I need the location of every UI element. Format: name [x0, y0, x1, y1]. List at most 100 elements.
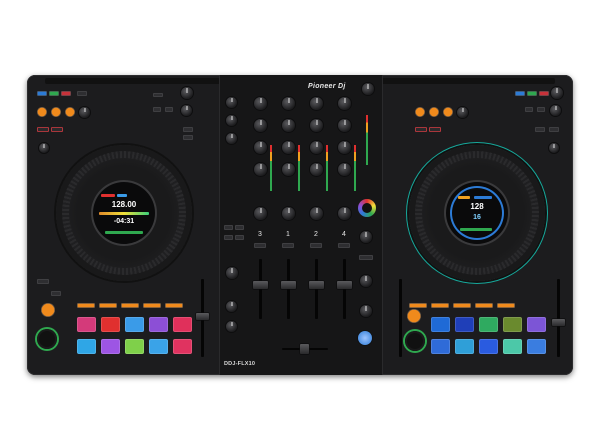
left-cue-button[interactable] — [41, 303, 55, 317]
sampler-volume-knob[interactable] — [226, 267, 238, 279]
left-deck-select-button[interactable] — [37, 279, 49, 284]
left-fx2-button[interactable] — [51, 107, 61, 117]
booth-level-knob[interactable] — [360, 305, 372, 317]
right-pad-5[interactable] — [431, 317, 450, 332]
ch3-low-knob[interactable] — [254, 163, 267, 176]
headphones-level-knob[interactable] — [226, 301, 237, 312]
right-fx3-button[interactable] — [443, 107, 453, 117]
ch3-color-fx-knob[interactable] — [254, 207, 267, 220]
left-mode-keyboard[interactable] — [165, 303, 183, 308]
mic-hi-knob[interactable] — [226, 115, 237, 126]
left-sync-mode-button[interactable] — [37, 127, 49, 132]
sampler-button-a[interactable] — [224, 225, 233, 230]
left-slip-button[interactable] — [183, 127, 193, 132]
ch2-trim-knob[interactable] — [310, 97, 323, 110]
sampler-button-d[interactable] — [235, 235, 244, 240]
right-pad-4[interactable] — [527, 317, 546, 332]
right-beat-fx-button[interactable] — [515, 91, 525, 96]
right-pad-10[interactable] — [527, 339, 546, 354]
mic-low-knob[interactable] — [226, 133, 237, 144]
left-play-pause-button[interactable] — [37, 329, 57, 349]
left-tempo-range-knob[interactable] — [39, 143, 49, 153]
left-master-button[interactable] — [51, 127, 63, 132]
right-tempo-range-knob[interactable] — [549, 143, 559, 153]
right-pad-7[interactable] — [455, 339, 474, 354]
right-pad-8[interactable] — [479, 339, 498, 354]
crossfader[interactable] — [300, 344, 309, 354]
beat-fx-channel-select[interactable] — [359, 255, 373, 260]
right-play-pause-button[interactable] — [405, 331, 425, 351]
left-fx-on-button[interactable] — [153, 93, 163, 97]
left-jog-wheel[interactable]: 128.00 -04:31 — [56, 145, 192, 281]
right-mode-sampler[interactable] — [475, 303, 493, 308]
ch2-hi-knob[interactable] — [310, 119, 323, 132]
ch3-cue-button[interactable] — [254, 243, 266, 248]
master-level-knob[interactable] — [362, 83, 374, 95]
ch1-cue-button[interactable] — [282, 243, 294, 248]
left-pad-fx-b[interactable] — [165, 107, 173, 112]
left-pad-2[interactable] — [101, 317, 120, 332]
left-fx3-button[interactable] — [65, 107, 75, 117]
left-load-button[interactable] — [49, 91, 59, 96]
left-pad-3[interactable] — [125, 317, 144, 332]
left-pad-4[interactable] — [149, 317, 168, 332]
ch2-color-fx-knob[interactable] — [310, 207, 323, 220]
ch4-cue-button[interactable] — [338, 243, 350, 248]
left-vinyl-button[interactable] — [183, 135, 193, 140]
right-load-button[interactable] — [527, 91, 537, 96]
right-sampler-button[interactable] — [539, 91, 549, 96]
left-beat-fx-button[interactable] — [37, 91, 47, 96]
ch4-channel-fader[interactable] — [337, 281, 352, 289]
ch3-channel-fader[interactable] — [253, 281, 268, 289]
ch4-trim-knob[interactable] — [338, 97, 351, 110]
left-beat-fx-level-knob[interactable] — [181, 87, 193, 99]
right-pad-fx-a[interactable] — [525, 107, 533, 112]
right-pad-6[interactable] — [431, 339, 450, 354]
left-mode-hotcue[interactable] — [77, 303, 95, 308]
headphones-mix-knob[interactable] — [226, 321, 237, 332]
right-mode-padfx[interactable] — [431, 303, 449, 308]
right-pad-9[interactable] — [503, 339, 522, 354]
ch3-mid-knob[interactable] — [254, 141, 267, 154]
ch1-color-fx-knob[interactable] — [282, 207, 295, 220]
left-fx-knob[interactable] — [79, 107, 90, 118]
ch4-color-fx-knob[interactable] — [338, 207, 351, 220]
ch1-trim-knob[interactable] — [282, 97, 295, 110]
ch3-trim-knob[interactable] — [254, 97, 267, 110]
beat-fx-level-depth-knob[interactable] — [360, 275, 372, 287]
left-mode-sampler[interactable] — [143, 303, 161, 308]
left-hot-cue-button[interactable] — [51, 291, 61, 296]
left-tempo-fader[interactable] — [196, 313, 209, 320]
right-tempo-fader[interactable] — [552, 319, 565, 326]
ch4-hi-knob[interactable] — [338, 119, 351, 132]
ch2-mid-knob[interactable] — [310, 141, 323, 154]
ch2-channel-fader[interactable] — [309, 281, 324, 289]
right-pad-2[interactable] — [479, 317, 498, 332]
ch4-mid-knob[interactable] — [338, 141, 351, 154]
right-vinyl-button[interactable] — [549, 127, 559, 132]
right-pad-fx-knob[interactable] — [550, 105, 561, 116]
left-fx1-button[interactable] — [37, 107, 47, 117]
right-fx2-button[interactable] — [429, 107, 439, 117]
left-pad-7[interactable] — [101, 339, 120, 354]
ch1-mid-knob[interactable] — [282, 141, 295, 154]
right-fx-knob[interactable] — [457, 107, 468, 118]
right-mode-beatjump[interactable] — [453, 303, 471, 308]
right-mode-hotcue[interactable] — [409, 303, 427, 308]
ch2-cue-button[interactable] — [310, 243, 322, 248]
right-sync-mode-button[interactable] — [415, 127, 427, 132]
beat-fx-select-knob[interactable] — [360, 231, 372, 243]
right-cue-button[interactable] — [407, 309, 421, 323]
sampler-button-b[interactable] — [235, 225, 244, 230]
left-shift-top-button[interactable] — [77, 91, 87, 96]
left-pad-10[interactable] — [173, 339, 192, 354]
ch1-hi-knob[interactable] — [282, 119, 295, 132]
right-master-button[interactable] — [429, 127, 441, 132]
ch1-channel-fader[interactable] — [281, 281, 296, 289]
left-pad-8[interactable] — [125, 339, 144, 354]
left-mode-padfx[interactable] — [99, 303, 117, 308]
right-mode-keyboard[interactable] — [497, 303, 515, 308]
sampler-button-c[interactable] — [224, 235, 233, 240]
ch2-low-knob[interactable] — [310, 163, 323, 176]
left-pad-5[interactable] — [173, 317, 192, 332]
